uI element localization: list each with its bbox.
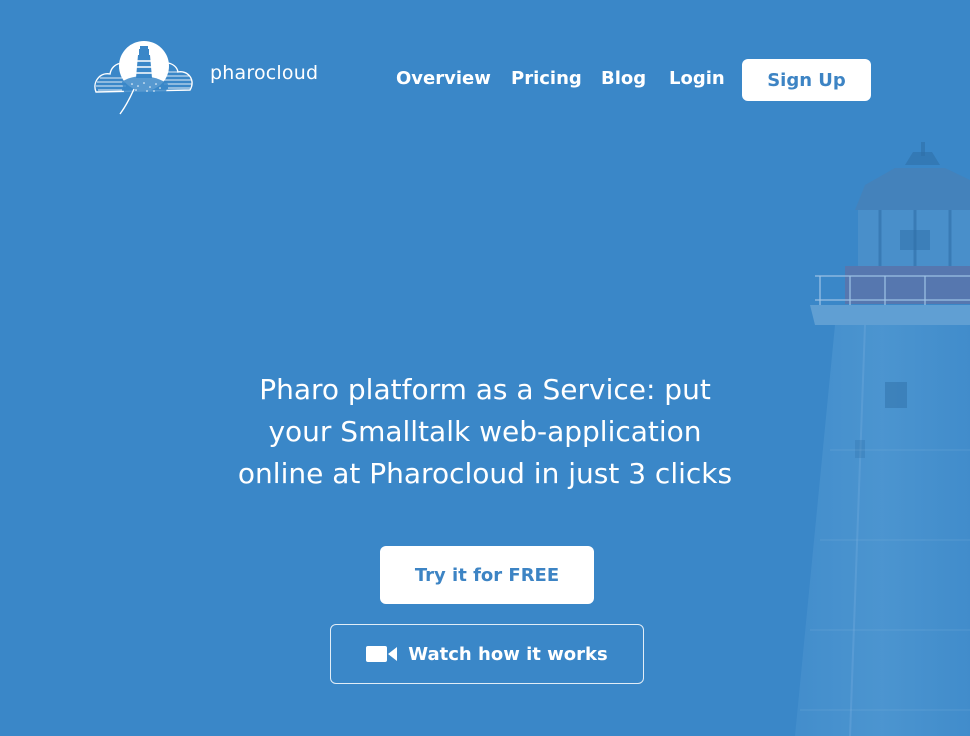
nav-pricing-link[interactable]: Pricing [511,68,582,89]
watch-video-label: Watch how it works [408,643,608,665]
sign-up-button[interactable]: Sign Up [742,59,871,101]
try-free-button[interactable]: Try it for FREE [380,546,594,604]
hero-headline-line-2: your Smalltalk web-application [268,415,702,448]
hero-headline-line-1: Pharo platform as a Service: put [259,373,711,406]
video-camera-icon [366,646,398,662]
nav-overview-link[interactable]: Overview [396,68,491,89]
hero-headline-line-3: online at Pharocloud in just 3 clicks [237,457,733,490]
main-nav: Overview Pricing Blog Login Sign Up [0,59,970,101]
nav-blog-link[interactable]: Blog [601,68,646,89]
hero-headline: Pharo platform as a Service: put your Sm… [185,369,785,495]
nav-login-link[interactable]: Login [669,68,725,89]
watch-video-button[interactable]: Watch how it works [330,624,644,684]
